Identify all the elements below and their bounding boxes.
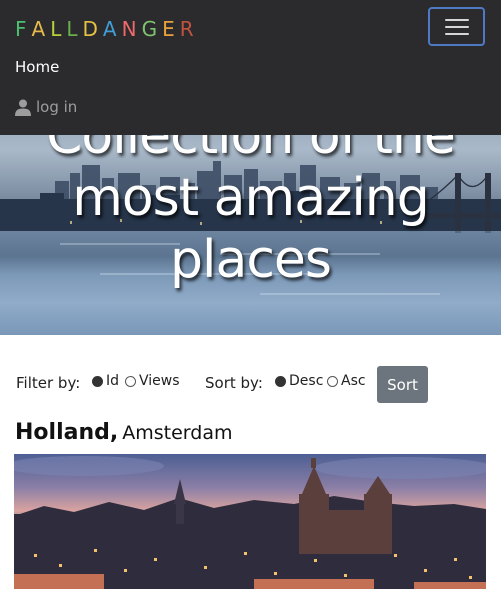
brand-letter: R bbox=[179, 17, 199, 41]
hamburger-icon bbox=[445, 19, 469, 21]
place-city: Amsterdam bbox=[122, 422, 233, 444]
place-image[interactable] bbox=[14, 454, 486, 589]
brand-letter: L bbox=[50, 17, 67, 41]
place-title: Holland, Amsterdam bbox=[15, 420, 232, 445]
hero-title-line: most amazing bbox=[72, 168, 430, 228]
hero-banner: Collection of the most amazing places bbox=[0, 103, 501, 335]
sort-button[interactable]: Sort bbox=[377, 366, 428, 403]
brand-letter: A bbox=[31, 17, 51, 41]
brand-letter: G bbox=[141, 17, 163, 41]
sort-asc-radio[interactable] bbox=[327, 376, 338, 387]
nav-link-login[interactable]: log in bbox=[15, 98, 77, 116]
brand-logo[interactable]: FALLDANGER bbox=[15, 17, 199, 41]
filter-id-label: Id bbox=[106, 373, 120, 389]
hamburger-icon bbox=[445, 33, 469, 35]
filter-sort-form: Filter by: Id Views Sort by: Desc Asc So… bbox=[16, 366, 496, 403]
login-label: log in bbox=[36, 98, 78, 116]
brand-letter: F bbox=[15, 17, 32, 41]
brand-letter: E bbox=[162, 17, 180, 41]
sort-asc-label: Asc bbox=[341, 373, 366, 389]
hamburger-icon bbox=[445, 26, 469, 28]
filter-views-radio[interactable] bbox=[125, 376, 136, 387]
brand-letter: A bbox=[102, 17, 122, 41]
user-icon bbox=[15, 99, 31, 116]
navbar: FALLDANGER Home log in bbox=[0, 0, 501, 135]
amsterdam-photo bbox=[14, 454, 486, 589]
nav-link-home[interactable]: Home bbox=[15, 58, 59, 76]
filter-label: Filter by: bbox=[16, 374, 81, 392]
sort-label: Sort by: bbox=[205, 374, 263, 392]
hero-title-line: places bbox=[170, 230, 332, 290]
place-country: Holland, bbox=[15, 420, 119, 445]
filter-views-label: Views bbox=[139, 373, 180, 389]
sort-desc-radio[interactable] bbox=[275, 376, 286, 387]
brand-letter: D bbox=[82, 17, 103, 41]
sort-desc-label: Desc bbox=[289, 373, 324, 389]
menu-toggle-button[interactable] bbox=[428, 7, 485, 46]
brand-letter: N bbox=[121, 17, 142, 41]
filter-id-radio[interactable] bbox=[92, 376, 103, 387]
brand-letter: L bbox=[66, 17, 83, 41]
